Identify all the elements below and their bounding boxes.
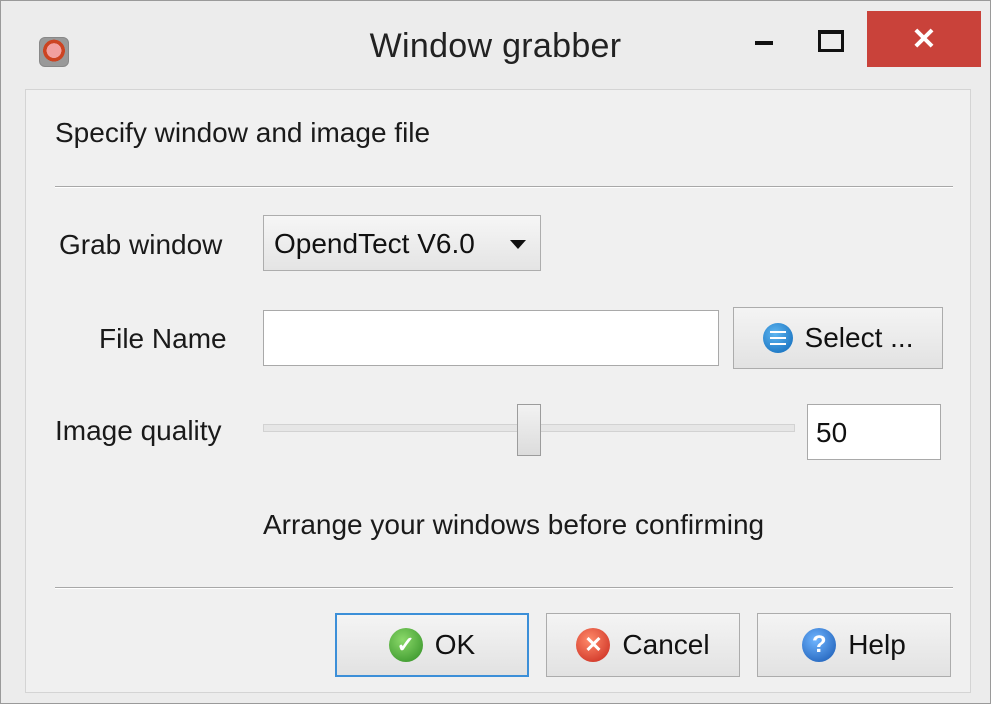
select-file-label: Select ... [804, 322, 914, 353]
grab-window-dropdown[interactable]: OpendTect V6.0 [263, 215, 541, 271]
image-quality-input[interactable]: 50 [807, 404, 941, 460]
hint-text: Arrange your windows before confirming [263, 509, 765, 540]
cancel-label: Cancel [622, 629, 710, 660]
window-grabber-dialog: Window grabber ✕ Specify window and imag… [0, 0, 991, 704]
help-label: Help [848, 629, 906, 660]
ok-button[interactable]: ✓ OK [335, 613, 529, 677]
help-button[interactable]: ? Help [757, 613, 951, 677]
image-quality-value: 50 [816, 417, 848, 448]
title-bar[interactable]: Window grabber ✕ [1, 1, 990, 79]
ok-label: OK [434, 629, 476, 660]
help-icon: ? [802, 628, 837, 662]
minimize-button[interactable] [734, 21, 794, 61]
top-divider [55, 186, 953, 188]
dialog-heading: Specify window and image file [55, 117, 431, 148]
file-name-input[interactable] [263, 310, 719, 366]
maximize-button[interactable] [801, 21, 861, 61]
close-button[interactable]: ✕ [867, 11, 981, 67]
grab-window-label: Grab window [59, 229, 223, 260]
grab-window-value: OpendTect V6.0 [274, 228, 475, 259]
dialog-body [25, 89, 971, 693]
close-icon: ✕ [911, 22, 937, 56]
cancel-icon: ✕ [576, 628, 611, 662]
image-quality-slider-thumb[interactable] [517, 404, 541, 456]
cancel-button[interactable]: ✕ Cancel [546, 613, 740, 677]
image-quality-label: Image quality [55, 415, 222, 446]
list-icon [762, 323, 793, 353]
bottom-divider [55, 587, 953, 589]
select-file-button[interactable]: Select ... [733, 307, 943, 369]
file-name-label: File Name [99, 323, 227, 354]
chevron-down-icon [510, 240, 526, 249]
ok-icon: ✓ [388, 628, 423, 662]
